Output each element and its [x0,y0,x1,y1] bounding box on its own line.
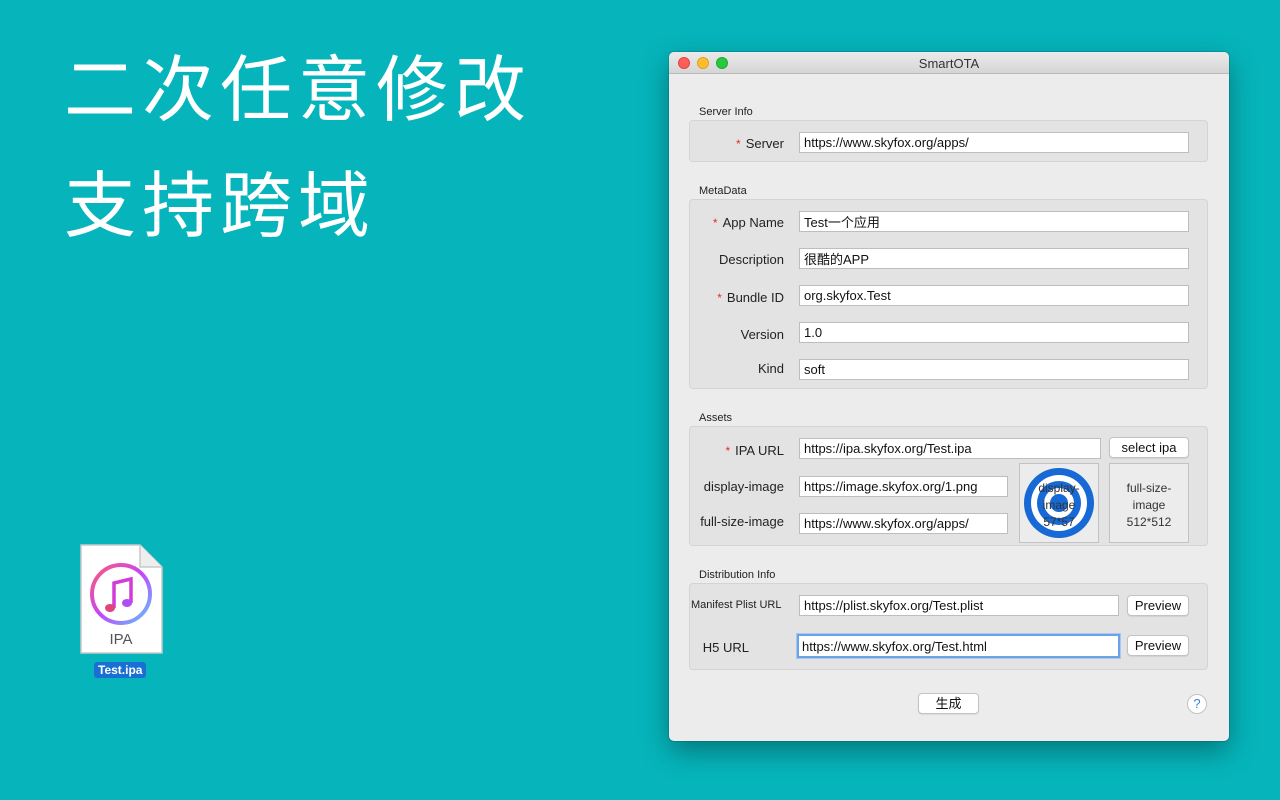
required-marker: * [712,216,718,230]
version-input[interactable] [799,322,1189,343]
help-icon[interactable]: ? [1187,694,1207,714]
ipa-url-input[interactable] [799,438,1101,459]
display-image-preview[interactable]: display- image 57*57 [1019,463,1099,543]
full-size-image-preview-text: full-size- image 512*512 [1126,481,1172,529]
kind-label: Kind [757,361,784,376]
window-title: SmartOTA [918,56,980,71]
h5-url-input[interactable] [797,634,1120,658]
distribution-heading: Distribution Info [699,569,776,581]
smartota-window: SmartOTA Server Info *Server MetaData *A… [669,52,1229,741]
headline-line-2: 支持跨域 [64,164,377,248]
required-marker: * [725,444,731,458]
manifest-plist-url-label: Manifest Plist URL [691,599,782,611]
assets-heading: Assets [699,412,733,424]
full-size-image-preview[interactable]: full-size- image 512*512 [1109,463,1189,543]
display-image-input[interactable] [799,476,1008,497]
generate-button[interactable]: 生成 [918,693,979,714]
h5-preview-button[interactable]: Preview [1127,635,1189,656]
h5-url-label: H5 URL [702,640,749,655]
ipa-url-label: * IPA URL [725,443,784,458]
headline-line-1: 二次任意修改 [64,48,533,132]
server-input[interactable] [799,132,1189,153]
bundle-id-label: * Bundle ID [717,290,784,305]
manifest-plist-url-input[interactable] [799,595,1119,616]
version-label: Version [740,327,784,342]
manifest-preview-button[interactable]: Preview [1127,595,1189,616]
select-ipa-button[interactable]: select ipa [1109,437,1189,458]
metadata-heading: MetaData [699,185,747,197]
bundle-id-input[interactable] [799,285,1189,306]
kind-input[interactable] [799,359,1189,380]
full-size-image-label: full-size-image [700,514,784,529]
server-label: * Server [736,136,784,151]
ipa-file-icon[interactable]: IPA [78,543,164,655]
app-name-input[interactable] [799,211,1189,232]
server-info-heading: Server Info [699,106,753,118]
app-name-label: * App Name [712,215,784,230]
full-size-image-input[interactable] [799,513,1008,534]
display-image-label: display-image [703,479,784,494]
required-marker: * [736,137,741,151]
description-input[interactable] [799,248,1189,269]
display-image-preview-text: display- image 57*57 [1038,481,1080,529]
required-marker: * [717,291,722,305]
description-label: Description [718,252,784,267]
ipa-file-badge: IPA [109,631,132,648]
title-bar: SmartOTA [669,52,1229,74]
file-name-label[interactable]: Test.ipa [94,662,147,678]
